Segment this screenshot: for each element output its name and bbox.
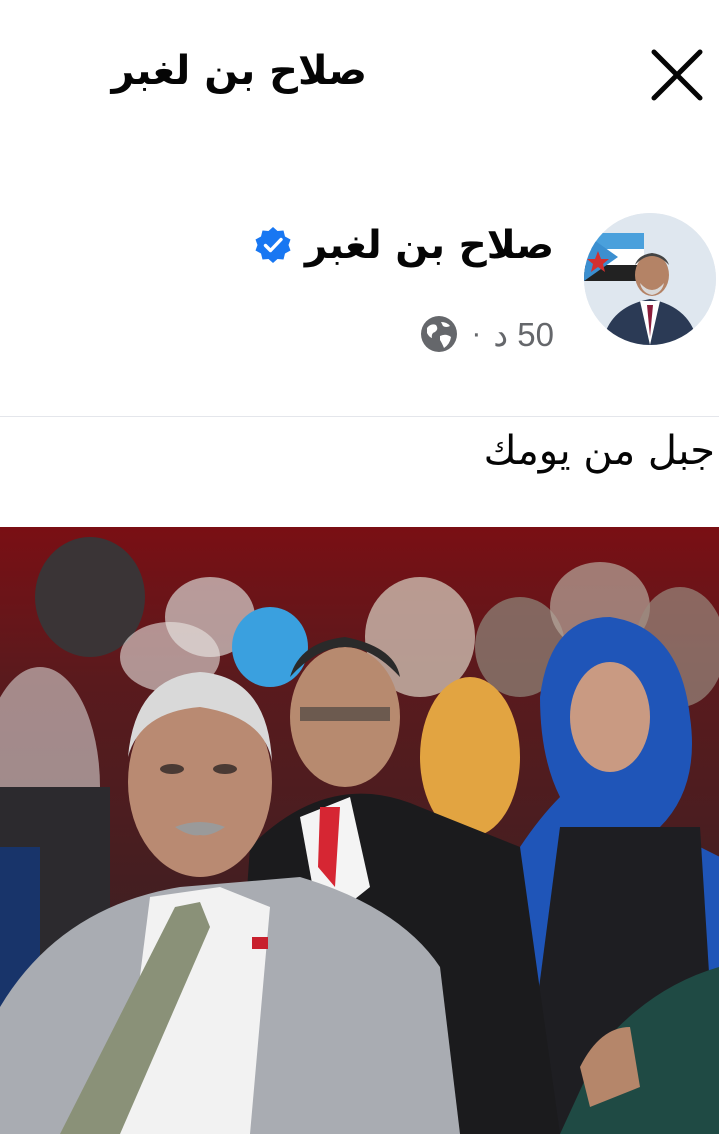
author-avatar[interactable]: [584, 213, 716, 345]
author-line: صلاح بن لغبر: [253, 220, 554, 270]
divider: [0, 416, 719, 417]
post-header: صلاح بن لغبر 50 د ·: [0, 200, 719, 370]
meta-separator: ·: [471, 317, 482, 350]
globe-icon[interactable]: [419, 314, 459, 354]
author-name[interactable]: صلاح بن لغبر: [305, 223, 554, 268]
page-title: صلاح بن لغبر: [111, 48, 367, 94]
post-meta: 50 د ·: [419, 314, 554, 354]
top-bar: صلاح بن لغبر: [0, 0, 719, 150]
avatar-image: [584, 213, 716, 345]
post-time[interactable]: 50 د: [493, 315, 554, 354]
post-text: جبل من يومك: [483, 428, 715, 474]
post-photo[interactable]: [0, 527, 719, 1134]
close-icon[interactable]: [646, 44, 708, 106]
verified-badge-icon: [255, 227, 291, 263]
photo-image: [0, 527, 719, 1134]
